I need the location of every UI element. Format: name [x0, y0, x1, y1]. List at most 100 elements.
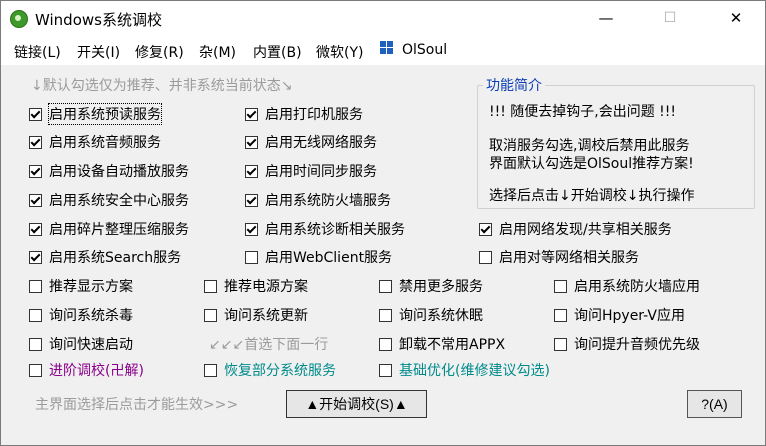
checkbox-box[interactable]: [479, 222, 492, 236]
checkbox-advanced-tuning[interactable]: 进阶调校(卍解): [29, 360, 144, 380]
checkbox-label: 启用时间同步服务: [265, 164, 377, 180]
menu-brand[interactable]: OlSoul: [402, 42, 447, 58]
checkbox-box[interactable]: [29, 135, 42, 149]
checkbox-box[interactable]: [29, 193, 42, 207]
checkbox-defrag-service[interactable]: 启用碎片整理压缩服务: [29, 219, 189, 239]
checkbox-box[interactable]: [245, 164, 258, 178]
checkbox-firewall-service[interactable]: 启用系统防火墙服务: [245, 190, 391, 210]
checkbox-box[interactable]: [479, 250, 492, 264]
maximize-button[interactable]: ☐: [647, 1, 693, 35]
menu-builtin[interactable]: 内置(B): [253, 42, 302, 62]
checkbox-label: 启用系统诊断相关服务: [265, 222, 405, 238]
close-button[interactable]: ✕: [713, 1, 759, 35]
checkbox-box[interactable]: [29, 363, 42, 377]
checkbox-box[interactable]: [554, 308, 567, 322]
minimize-button[interactable]: —: [583, 1, 629, 35]
checkbox-webclient-service[interactable]: 启用WebClient服务: [245, 247, 392, 267]
checkbox-autoplay-service[interactable]: 启用设备自动播放服务: [29, 161, 189, 181]
checkbox-ask-update[interactable]: 询问系统更新: [204, 305, 308, 325]
checkbox-disable-more-services[interactable]: 禁用更多服务: [379, 276, 483, 296]
checkbox-label: 启用系统音频服务: [49, 135, 161, 151]
title-bar[interactable]: Windows系统调校 — ☐ ✕: [1, 1, 765, 35]
help-button[interactable]: ?(A): [687, 390, 742, 418]
checkbox-box[interactable]: [29, 250, 42, 264]
checkbox-label: 启用WebClient服务: [265, 250, 393, 266]
checkbox-label: 推荐显示方案: [49, 279, 133, 295]
checkbox-ask-antivirus[interactable]: 询问系统杀毒: [29, 305, 133, 325]
checkbox-security-center-service[interactable]: 启用系统安全中心服务: [29, 190, 189, 210]
checkbox-box[interactable]: [29, 164, 42, 178]
checkbox-restore-services[interactable]: 恢复部分系统服务: [204, 360, 336, 380]
checkbox-display-scheme[interactable]: 推荐显示方案: [29, 276, 133, 296]
checkbox-audio-service[interactable]: 启用系统音频服务: [29, 132, 161, 152]
intro-text: 取消服务勾选,调校后禁用此服务: [489, 138, 690, 154]
checkbox-basic-optimization[interactable]: 基础优化(维修建议勾选): [379, 360, 550, 380]
checkbox-label: 基础优化(维修建议勾选): [399, 363, 550, 379]
checkbox-box[interactable]: [29, 222, 42, 236]
checkbox-label: 询问系统休眠: [399, 308, 483, 324]
checkbox-label: 启用无线网络服务: [265, 135, 377, 151]
checkbox-firewall-app[interactable]: 启用系统防火墙应用: [554, 276, 700, 296]
preferred-row-hint: ↙↙↙首选下面一行: [209, 337, 329, 353]
menu-repair[interactable]: 修复(R): [135, 42, 184, 62]
start-tuning-button[interactable]: ▲开始调校(S)▲: [286, 390, 427, 418]
checkbox-label: 询问快速启动: [49, 337, 133, 353]
menu-misc[interactable]: 杂(M): [199, 42, 236, 62]
checkbox-label: 询问系统更新: [224, 308, 308, 324]
checkbox-box[interactable]: [554, 337, 567, 351]
checkbox-box[interactable]: [245, 250, 258, 264]
menu-switch[interactable]: 开关(I): [77, 42, 120, 62]
checkbox-box[interactable]: [29, 279, 42, 293]
checkbox-power-scheme[interactable]: 推荐电源方案: [204, 276, 308, 296]
checkbox-box[interactable]: [204, 308, 217, 322]
checkbox-label: 启用设备自动播放服务: [49, 164, 189, 180]
checkbox-box[interactable]: [29, 107, 42, 121]
checkbox-uninstall-appx[interactable]: 卸载不常用APPX: [379, 334, 505, 354]
windows-logo-icon: [380, 41, 394, 55]
menu-microsoft[interactable]: 微软(Y): [316, 42, 363, 62]
checkbox-box[interactable]: [245, 193, 258, 207]
intro-instruction: 选择后点击↓开始调校↓执行操作: [489, 188, 695, 204]
app-logo-icon: [10, 10, 28, 28]
checkbox-box[interactable]: [379, 363, 392, 377]
checkbox-box[interactable]: [379, 337, 392, 351]
menu-links[interactable]: 链接(L): [14, 42, 61, 62]
checkbox-ask-hibernate[interactable]: 询问系统休眠: [379, 305, 483, 325]
checkbox-box[interactable]: [245, 135, 258, 149]
checkbox-box[interactable]: [29, 337, 42, 351]
checkbox-ask-fast-startup[interactable]: 询问快速启动: [29, 334, 133, 354]
checkbox-label: 卸载不常用APPX: [399, 337, 506, 353]
checkbox-ask-hyperv[interactable]: 询问Hpyer-V应用: [554, 305, 685, 325]
checkbox-box[interactable]: [204, 279, 217, 293]
checkbox-label: 启用碎片整理压缩服务: [49, 222, 189, 238]
checkbox-label: 启用系统防火墙服务: [265, 193, 391, 209]
checkbox-label: 启用系统Search服务: [49, 250, 182, 266]
checkbox-print-service[interactable]: 启用打印机服务: [245, 104, 363, 124]
checkbox-box[interactable]: [379, 279, 392, 293]
checkbox-box[interactable]: [554, 279, 567, 293]
checkbox-network-discovery-service[interactable]: 启用网络发现/共享相关服务: [479, 219, 672, 239]
checkbox-wireless-service[interactable]: 启用无线网络服务: [245, 132, 377, 152]
footer-hint: 主界面选择后点击才能生效>>>: [35, 397, 239, 413]
services-group-title: ↓默认勾选仅为推荐、并非系统当前状态↘: [31, 78, 293, 94]
checkbox-box[interactable]: [29, 308, 42, 322]
checkbox-label: 推荐电源方案: [224, 279, 308, 295]
checkbox-label: 启用打印机服务: [265, 107, 363, 123]
checkbox-label: 恢复部分系统服务: [224, 363, 336, 379]
checkbox-box[interactable]: [379, 308, 392, 322]
checkbox-p2p-service[interactable]: 启用对等网络相关服务: [479, 247, 639, 267]
checkbox-box[interactable]: [245, 222, 258, 236]
checkbox-audio-priority[interactable]: 询问提升音频优先级: [554, 334, 700, 354]
intro-title: 功能简介: [483, 75, 545, 95]
checkbox-box[interactable]: [204, 363, 217, 377]
checkbox-search-service[interactable]: 启用系统Search服务: [29, 247, 181, 267]
checkbox-label: 启用系统预读服务: [48, 103, 162, 125]
checkbox-time-sync-service[interactable]: 启用时间同步服务: [245, 161, 377, 181]
checkbox-diagnostics-service[interactable]: 启用系统诊断相关服务: [245, 219, 405, 239]
checkbox-label: 进阶调校(卍解): [49, 363, 144, 379]
checkbox-label: 禁用更多服务: [399, 279, 483, 295]
checkbox-box[interactable]: [245, 107, 258, 121]
checkbox-label: 启用系统安全中心服务: [49, 193, 189, 209]
checkbox-system-prefetch[interactable]: 启用系统预读服务: [29, 103, 162, 125]
window-title: Windows系统调校: [35, 11, 162, 29]
